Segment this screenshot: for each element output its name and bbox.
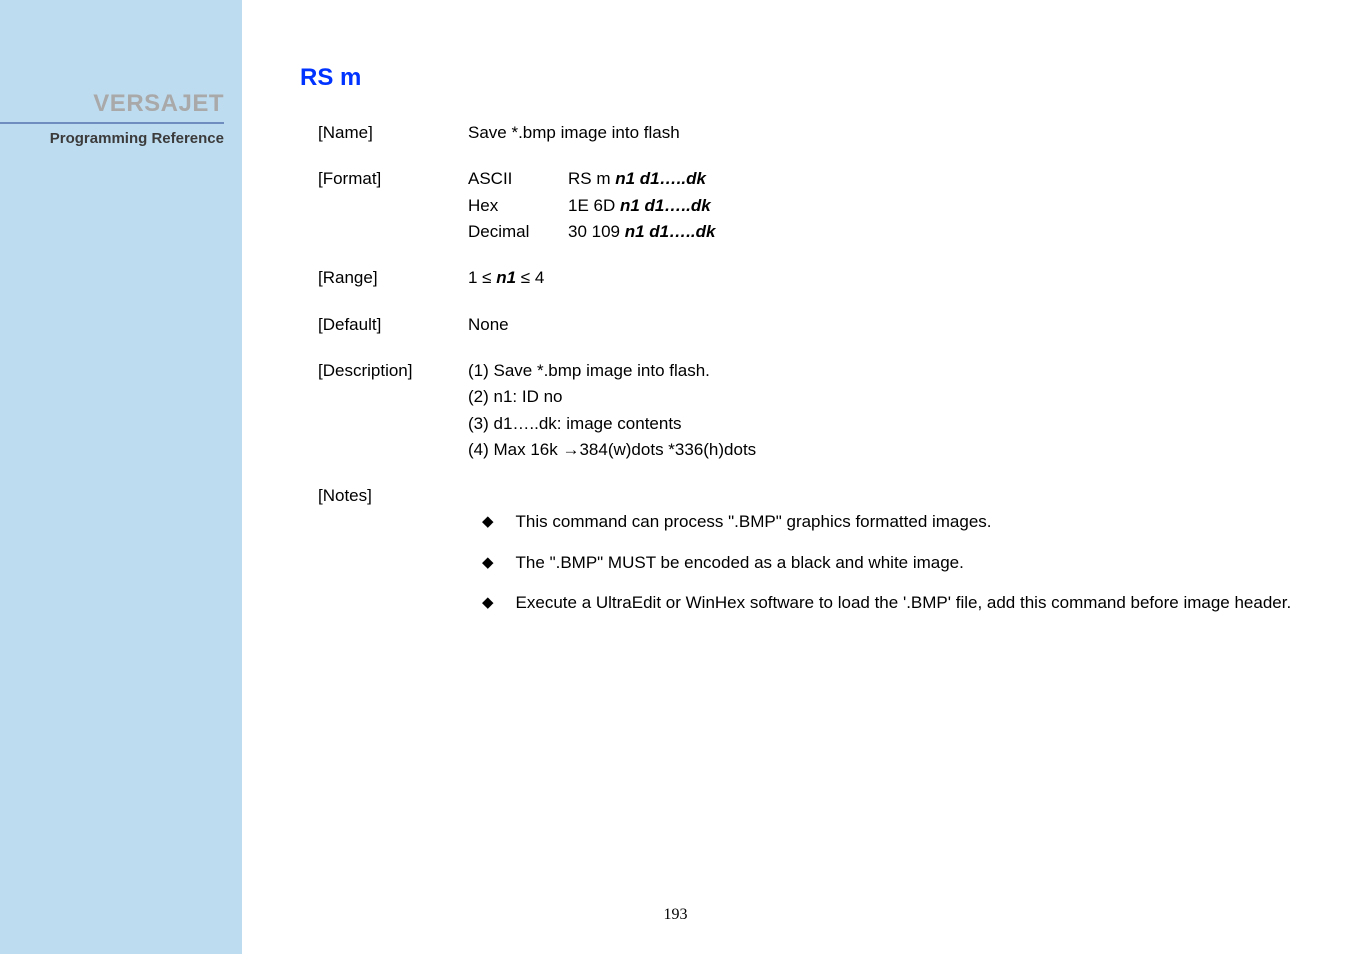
format-dec-value: 30 109 n1 d1…..dk <box>568 219 715 245</box>
description-label: [Description] <box>300 358 468 463</box>
name-label: [Name] <box>300 120 468 146</box>
default-value: None <box>468 312 1310 338</box>
sidebar-subtitle: Programming Reference <box>0 130 224 147</box>
sidebar-divider <box>0 122 224 124</box>
field-range: [Range] 1 ≤ n1 ≤ 4 <box>300 265 1310 291</box>
default-label: [Default] <box>300 312 468 338</box>
page-number: 193 <box>0 906 1351 924</box>
field-format: [Format] ASCII RS m n1 d1…..dk Hex 1E 6D… <box>300 166 1310 245</box>
main-content: RS m [Name] Save *.bmp image into flash … <box>300 64 1310 650</box>
diamond-icon: ◆ <box>482 590 494 616</box>
description-value: (1) Save *.bmp image into flash. (2) n1:… <box>468 358 1310 463</box>
format-dec-key: Decimal <box>468 219 568 245</box>
page-heading: RS m <box>300 64 1310 92</box>
note-text: Execute a UltraEdit or WinHex software t… <box>516 590 1310 616</box>
field-description: [Description] (1) Save *.bmp image into … <box>300 358 1310 463</box>
format-ascii-key: ASCII <box>468 166 568 192</box>
format-ascii-value: RS m n1 d1…..dk <box>568 166 706 192</box>
note-text: The ".BMP" MUST be encoded as a black an… <box>516 550 1310 576</box>
note-item: ◆ The ".BMP" MUST be encoded as a black … <box>482 550 1310 576</box>
format-hex-key: Hex <box>468 193 568 219</box>
field-default: [Default] None <box>300 312 1310 338</box>
field-notes: [Notes] ◆ This command can process ".BMP… <box>300 483 1310 630</box>
range-value: 1 ≤ n1 ≤ 4 <box>468 265 1310 291</box>
range-label: [Range] <box>300 265 468 291</box>
note-item: ◆ Execute a UltraEdit or WinHex software… <box>482 590 1310 616</box>
notes-label: [Notes] <box>300 483 468 630</box>
name-value: Save *.bmp image into flash <box>468 120 1310 146</box>
diamond-icon: ◆ <box>482 509 494 535</box>
note-text: This command can process ".BMP" graphics… <box>516 509 1310 535</box>
format-hex-value: 1E 6D n1 d1…..dk <box>568 193 711 219</box>
brand-title: VERSAJET <box>0 90 224 118</box>
note-item: ◆ This command can process ".BMP" graphi… <box>482 509 1310 535</box>
diamond-icon: ◆ <box>482 550 494 576</box>
sidebar: VERSAJET Programming Reference <box>0 0 242 954</box>
field-name: [Name] Save *.bmp image into flash <box>300 120 1310 146</box>
format-label: [Format] <box>300 166 468 245</box>
